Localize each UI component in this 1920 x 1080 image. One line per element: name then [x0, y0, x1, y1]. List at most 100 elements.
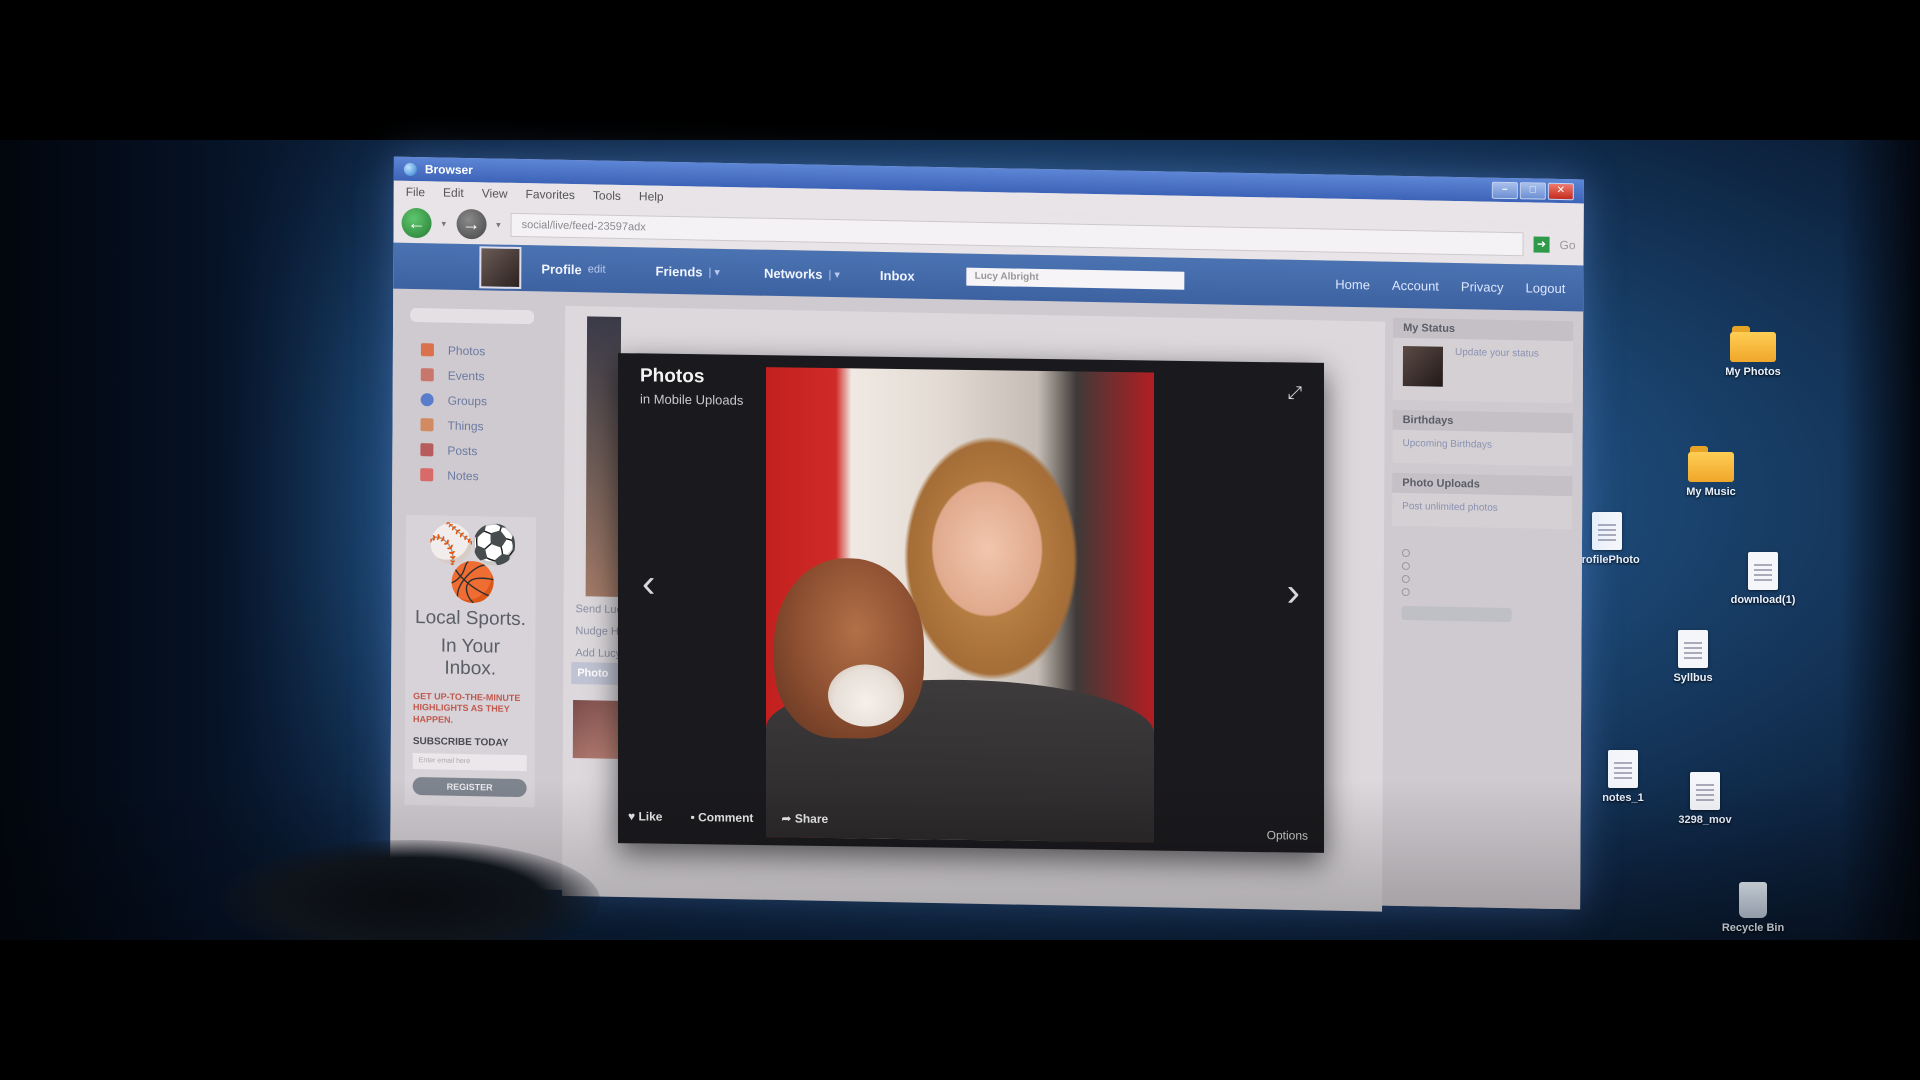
desktop-icon-3298-mov[interactable]: 3298_mov — [1650, 772, 1760, 826]
account-links: Home Account Privacy Logout — [1335, 276, 1565, 295]
photo-puppy-muzzle — [828, 664, 904, 728]
menu-help[interactable]: Help — [639, 189, 664, 203]
survey-widget — [1392, 538, 1572, 629]
sports-balls-logo: ⚾⚽🏀 — [427, 523, 515, 605]
right-rail: My Status Update your status Birthdays U… — [1392, 317, 1574, 629]
survey-option[interactable] — [1402, 549, 1562, 560]
next-arrow-icon[interactable]: › — [1287, 570, 1300, 615]
folder-icon — [1688, 446, 1734, 482]
sidebar-item-things[interactable]: Things — [402, 412, 540, 440]
go-button[interactable]: Go — [1560, 238, 1576, 252]
nav-profile[interactable]: Profile edit — [541, 261, 605, 277]
search-input[interactable]: Lucy Albright — [966, 267, 1185, 290]
menu-favorites[interactable]: Favorites — [526, 187, 575, 202]
home-link[interactable]: Home — [1335, 276, 1370, 292]
photos-icon — [420, 343, 434, 357]
ad-headline-1: Local Sports. — [414, 607, 527, 631]
avatar[interactable] — [1402, 345, 1444, 387]
survey-option[interactable] — [1402, 588, 1562, 599]
profile-photo[interactable] — [585, 316, 622, 597]
desktop-icon-syllbus[interactable]: Syllbus — [1638, 630, 1748, 684]
sidebar-item-label: Posts — [447, 443, 478, 458]
comment-button[interactable]: ▪ Comment — [690, 810, 753, 825]
desktop-icon-label: 3298_mov — [1678, 814, 1732, 826]
sidebar-item-notes[interactable]: Notes — [402, 462, 540, 490]
sidebar-item-groups[interactable]: Groups — [403, 387, 541, 415]
comment-icon: ▪ — [690, 810, 699, 825]
desktop-icon-my-photos[interactable]: My Photos — [1698, 326, 1808, 378]
close-button[interactable]: ✕ — [1547, 182, 1574, 200]
image-file-icon — [1592, 512, 1622, 550]
share-button[interactable]: ➦ Share — [781, 811, 828, 826]
left-sidebar: Photos Events Groups Things Posts Notes — [401, 299, 542, 807]
nav-friends[interactable]: Friends | ▾ — [656, 263, 720, 279]
nav-networks-label: Networks — [763, 265, 823, 282]
chevron-down-icon[interactable]: | ▾ — [828, 267, 840, 280]
desktop-icon-download[interactable]: download(1) — [1708, 552, 1818, 606]
window-title: Browser — [424, 162, 473, 178]
sidebar-item-events[interactable]: Events — [403, 362, 541, 390]
register-button[interactable]: REGISTER — [412, 776, 527, 797]
privacy-link[interactable]: Privacy — [1461, 279, 1504, 295]
nav-inbox-label: Inbox — [879, 267, 915, 284]
my-status-box: Update your status — [1392, 337, 1574, 404]
back-button[interactable]: ← — [401, 207, 432, 239]
desktop-icon-recycle-bin[interactable]: Recycle Bin — [1698, 882, 1808, 934]
desktop-icon-my-music[interactable]: My Music — [1656, 446, 1766, 498]
survey-submit-button[interactable] — [1401, 605, 1512, 623]
like-label: Like — [638, 809, 663, 824]
sidebar-item-label: Photos — [447, 343, 486, 358]
go-arrow-icon[interactable]: ➜ — [1533, 236, 1550, 253]
maximize-button[interactable]: □ — [1519, 181, 1546, 200]
forward-button[interactable]: → — [456, 208, 487, 240]
desktop-icon-label: My Music — [1686, 486, 1736, 498]
comment-label: Comment — [698, 810, 754, 825]
desktop-icon-label: My Photos — [1725, 366, 1781, 378]
chevron-down-icon[interactable]: | ▾ — [708, 265, 720, 278]
menu-edit[interactable]: Edit — [443, 186, 464, 200]
nav-friends-label: Friends — [655, 263, 703, 280]
desktop-icon-label: Syllbus — [1673, 672, 1713, 684]
things-icon — [420, 418, 434, 432]
lightbox-photo[interactable] — [766, 367, 1154, 843]
options-button[interactable]: Options — [1267, 828, 1308, 843]
heart-icon: ♥ — [628, 809, 639, 824]
survey-option[interactable] — [1402, 562, 1562, 573]
sidebar-item-posts[interactable]: Posts — [402, 437, 540, 465]
nav-profile-label: Profile — [541, 260, 582, 277]
video-file-icon — [1690, 772, 1720, 810]
sidebar-item-label: Groups — [447, 393, 488, 408]
ad-headline-2: In Your Inbox. — [440, 635, 500, 680]
menu-file[interactable]: File — [406, 185, 425, 199]
nav-networks[interactable]: Networks | ▾ — [764, 265, 840, 281]
letterbox-top — [0, 0, 1920, 140]
sports-ad: ⚾⚽🏀 Local Sports. In Your Inbox. GET UP-… — [404, 514, 537, 807]
previous-arrow-icon[interactable]: ‹ — [642, 561, 655, 606]
photo-uploads-heading: Photo Uploads — [1392, 472, 1573, 497]
profile-edit-link[interactable]: edit — [588, 263, 606, 275]
menu-view[interactable]: View — [482, 186, 508, 200]
update-status-link[interactable]: Update your status — [1455, 347, 1539, 360]
avatar[interactable] — [479, 246, 522, 290]
desktop-icon-label: Recycle Bin — [1721, 922, 1785, 934]
back-dropdown-icon[interactable]: ▾ — [442, 218, 447, 229]
sidebar-item-label: Notes — [447, 468, 479, 483]
lightbox-album[interactable]: in Mobile Uploads — [640, 391, 743, 407]
logout-link[interactable]: Logout — [1526, 280, 1566, 296]
sidebar-search-input[interactable] — [409, 306, 536, 326]
post-photos-link[interactable]: Post unlimited photos — [1392, 492, 1573, 530]
menu-tools[interactable]: Tools — [593, 188, 621, 203]
desktop-icon-label: download(1) — [1730, 594, 1796, 606]
minimize-button[interactable]: – — [1491, 181, 1518, 199]
forward-dropdown-icon[interactable]: ▾ — [496, 219, 501, 230]
survey-option[interactable] — [1402, 575, 1562, 586]
account-link[interactable]: Account — [1392, 277, 1439, 293]
sidebar-item-photos[interactable]: Photos — [403, 337, 541, 365]
ad-email-field[interactable]: Enter email here — [412, 752, 527, 771]
upcoming-birthdays-link[interactable]: Upcoming Birthdays — [1392, 429, 1573, 467]
nav-inbox[interactable]: Inbox — [880, 267, 915, 283]
like-button[interactable]: ♥ Like — [628, 809, 662, 823]
file-icon — [1608, 750, 1638, 788]
expand-icon[interactable]: ⤢ — [1288, 382, 1302, 403]
my-status-heading: My Status — [1393, 317, 1574, 342]
